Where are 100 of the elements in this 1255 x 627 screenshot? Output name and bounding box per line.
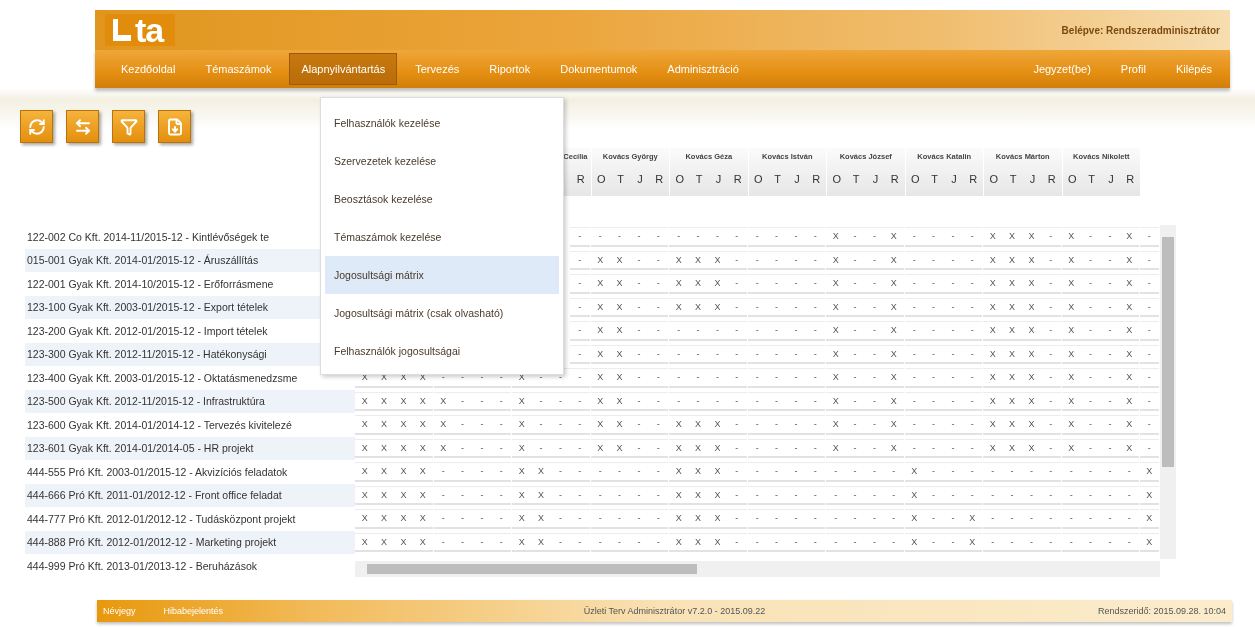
matrix-cell[interactable]: X bbox=[374, 391, 394, 411]
matrix-cell[interactable]: - bbox=[864, 438, 885, 458]
matrix-cell[interactable]: X bbox=[413, 485, 433, 505]
matrix-cell[interactable]: - bbox=[727, 485, 747, 505]
matrix-cell[interactable]: - bbox=[629, 274, 649, 294]
matrix-cell[interactable]: X bbox=[1061, 368, 1081, 388]
matrix-cell[interactable]: X bbox=[413, 438, 433, 458]
matrix-cell[interactable]: - bbox=[962, 391, 982, 411]
matrix-cell[interactable]: - bbox=[570, 274, 590, 294]
matrix-cell[interactable]: X bbox=[413, 532, 433, 552]
matrix-cell[interactable]: - bbox=[472, 509, 492, 529]
matrix-cell[interactable]: X bbox=[512, 415, 532, 435]
matrix-cell[interactable]: - bbox=[629, 438, 649, 458]
matrix-cell[interactable]: - bbox=[747, 532, 767, 552]
matrix-cell[interactable]: - bbox=[452, 485, 473, 505]
matrix-cell[interactable]: - bbox=[983, 509, 1003, 529]
matrix-cell[interactable]: - bbox=[1061, 462, 1081, 482]
matrix-cell[interactable]: X bbox=[826, 250, 846, 270]
matrix-cell[interactable]: - bbox=[904, 227, 924, 247]
matrix-cell[interactable]: X bbox=[1061, 438, 1081, 458]
matrix-cell[interactable]: X bbox=[433, 391, 453, 411]
matrix-cell[interactable]: X bbox=[1002, 438, 1022, 458]
matrix-cell[interactable]: - bbox=[1080, 532, 1101, 552]
matrix-cell[interactable]: - bbox=[962, 438, 982, 458]
matrix-cell[interactable]: - bbox=[648, 297, 668, 317]
matrix-cell[interactable]: - bbox=[570, 344, 590, 364]
matrix-cell[interactable]: - bbox=[550, 391, 571, 411]
matrix-cell[interactable]: - bbox=[1100, 297, 1120, 317]
matrix-cell[interactable]: - bbox=[826, 509, 846, 529]
matrix-cell[interactable]: X bbox=[393, 485, 414, 505]
matrix-cell[interactable]: - bbox=[1100, 415, 1120, 435]
matrix-cell[interactable]: - bbox=[923, 532, 944, 552]
matrix-cell[interactable]: X bbox=[355, 509, 375, 529]
matrix-cell[interactable]: - bbox=[943, 462, 963, 482]
matrix-cell[interactable]: X bbox=[1002, 391, 1022, 411]
matrix-cell[interactable]: X bbox=[904, 485, 924, 505]
matrix-cell[interactable]: - bbox=[845, 391, 865, 411]
matrix-cell[interactable]: - bbox=[1100, 391, 1120, 411]
matrix-cell[interactable]: - bbox=[1080, 250, 1101, 270]
matrix-cell[interactable]: X bbox=[590, 274, 610, 294]
matrix-cell[interactable]: - bbox=[904, 368, 924, 388]
matrix-cell[interactable]: X bbox=[962, 532, 982, 552]
matrix-cell[interactable]: - bbox=[452, 391, 473, 411]
matrix-cell[interactable]: - bbox=[491, 485, 511, 505]
matrix-cell[interactable]: - bbox=[766, 344, 787, 364]
matrix-cell[interactable]: - bbox=[452, 532, 473, 552]
matrix-cell[interactable]: - bbox=[629, 509, 649, 529]
matrix-cell[interactable]: X bbox=[1002, 344, 1022, 364]
matrix-cell[interactable]: X bbox=[688, 532, 708, 552]
matrix-cell[interactable]: X bbox=[512, 509, 532, 529]
matrix-cell[interactable]: X bbox=[826, 227, 846, 247]
matrix-cell[interactable]: - bbox=[904, 250, 924, 270]
matrix-cell[interactable]: X bbox=[1021, 297, 1042, 317]
matrix-cell[interactable]: - bbox=[669, 344, 689, 364]
matrix-cell[interactable]: - bbox=[826, 485, 846, 505]
matrix-cell[interactable]: X bbox=[884, 391, 904, 411]
matrix-cell[interactable]: X bbox=[669, 274, 689, 294]
matrix-cell[interactable]: - bbox=[904, 415, 924, 435]
matrix-cell[interactable]: X bbox=[983, 250, 1003, 270]
matrix-cell[interactable]: - bbox=[805, 391, 825, 411]
matrix-cell[interactable]: X bbox=[590, 415, 610, 435]
matrix-cell[interactable]: X bbox=[983, 344, 1003, 364]
matrix-cell[interactable]: - bbox=[1100, 368, 1120, 388]
matrix-cell[interactable]: X bbox=[983, 321, 1003, 341]
matrix-cell[interactable]: X bbox=[669, 532, 689, 552]
matrix-cell[interactable]: X bbox=[688, 485, 708, 505]
matrix-cell[interactable]: - bbox=[864, 532, 885, 552]
matrix-cell[interactable]: X bbox=[707, 297, 728, 317]
matrix-cell[interactable]: - bbox=[472, 532, 492, 552]
matrix-cell[interactable]: - bbox=[609, 532, 630, 552]
matrix-cell[interactable]: X bbox=[826, 321, 846, 341]
matrix-cell[interactable]: X bbox=[1061, 391, 1081, 411]
matrix-cell[interactable]: X bbox=[609, 438, 630, 458]
matrix-cell[interactable]: - bbox=[531, 391, 551, 411]
matrix-cell[interactable]: - bbox=[805, 297, 825, 317]
matrix-cell[interactable]: - bbox=[943, 274, 963, 294]
matrix-cell[interactable]: - bbox=[904, 391, 924, 411]
matrix-cell[interactable]: - bbox=[570, 250, 590, 270]
matrix-cell[interactable]: X bbox=[1119, 391, 1139, 411]
matrix-cell[interactable]: X bbox=[1140, 462, 1159, 482]
matrix-cell[interactable]: - bbox=[962, 250, 982, 270]
matrix-cell[interactable]: X bbox=[1021, 438, 1042, 458]
matrix-cell[interactable]: X bbox=[393, 438, 414, 458]
matrix-cell[interactable]: - bbox=[570, 321, 590, 341]
horizontal-scrollbar[interactable] bbox=[355, 561, 1160, 577]
matrix-cell[interactable]: X bbox=[531, 462, 551, 482]
matrix-cell[interactable]: - bbox=[727, 415, 747, 435]
matrix-cell[interactable]: - bbox=[786, 438, 806, 458]
matrix-cell[interactable]: - bbox=[1100, 321, 1120, 341]
matrix-cell[interactable]: - bbox=[570, 415, 590, 435]
matrix-cell[interactable]: X bbox=[374, 415, 394, 435]
matrix-cell[interactable]: - bbox=[805, 532, 825, 552]
matrix-cell[interactable]: - bbox=[864, 485, 885, 505]
matrix-cell[interactable]: - bbox=[1041, 415, 1061, 435]
matrix-cell[interactable]: - bbox=[491, 391, 511, 411]
matrix-cell[interactable]: - bbox=[1140, 415, 1159, 435]
matrix-cell[interactable]: - bbox=[943, 321, 963, 341]
matrix-cell[interactable]: - bbox=[943, 297, 963, 317]
matrix-cell[interactable]: - bbox=[707, 344, 728, 364]
matrix-cell[interactable]: - bbox=[570, 462, 590, 482]
